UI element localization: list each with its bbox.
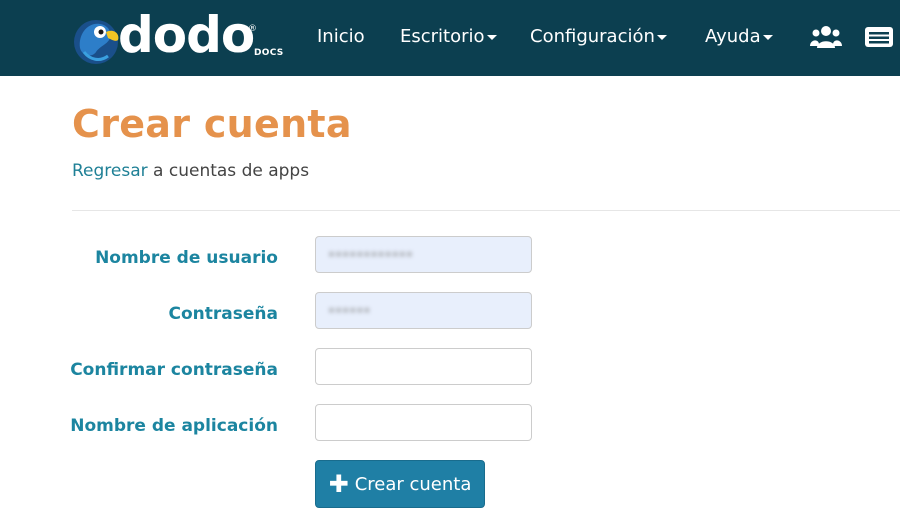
confirm-password-input[interactable]	[315, 348, 532, 385]
nav-item-ayuda[interactable]: Ayuda	[705, 26, 773, 48]
caret-down-icon	[762, 34, 773, 40]
password-label: Contraseña	[168, 304, 278, 324]
page-title: Crear cuenta	[72, 102, 352, 146]
logo-registered-mark: ®	[248, 24, 257, 34]
password-value: ••••••	[328, 304, 371, 318]
breadcrumb-text: a cuentas de apps	[147, 161, 310, 181]
nav-item-label: Inicio	[317, 26, 365, 47]
nav-item-label: Ayuda	[705, 26, 761, 47]
username-value: ••••••••••••	[328, 248, 413, 262]
top-navbar: dodo ® DOCS Inicio Escritorio Configurac…	[0, 0, 900, 76]
dodo-docs-logo[interactable]: dodo ® DOCS	[70, 6, 285, 68]
nav-item-label: Configuración	[530, 26, 655, 47]
back-link[interactable]: Regresar	[72, 161, 148, 181]
id-card-icon[interactable]	[864, 24, 894, 54]
divider	[72, 210, 900, 211]
caret-down-icon	[486, 34, 497, 40]
nav-item-label: Escritorio	[400, 26, 485, 47]
logo-docs-label: DOCS	[254, 48, 284, 58]
nav-item-escritorio[interactable]: Escritorio	[400, 26, 497, 48]
application-name-input[interactable]	[315, 404, 532, 441]
users-icon[interactable]	[810, 24, 842, 54]
application-name-label: Nombre de aplicación	[70, 416, 278, 436]
nav-item-configuracion[interactable]: Configuración	[530, 26, 667, 48]
caret-down-icon	[656, 34, 667, 40]
nav-item-inicio[interactable]: Inicio	[317, 26, 365, 48]
username-input[interactable]: ••••••••••••	[315, 236, 532, 273]
plus-icon: ✚	[328, 470, 349, 498]
create-account-button-label: Crear cuenta	[354, 473, 472, 495]
password-input[interactable]: ••••••	[315, 292, 532, 329]
username-label: Nombre de usuario	[95, 248, 278, 268]
breadcrumb: Regresar a cuentas de apps	[72, 161, 309, 181]
confirm-password-label: Confirmar contraseña	[70, 360, 278, 380]
create-account-button[interactable]: ✚ Crear cuenta	[315, 460, 485, 508]
logo-wordmark: dodo	[118, 6, 255, 64]
